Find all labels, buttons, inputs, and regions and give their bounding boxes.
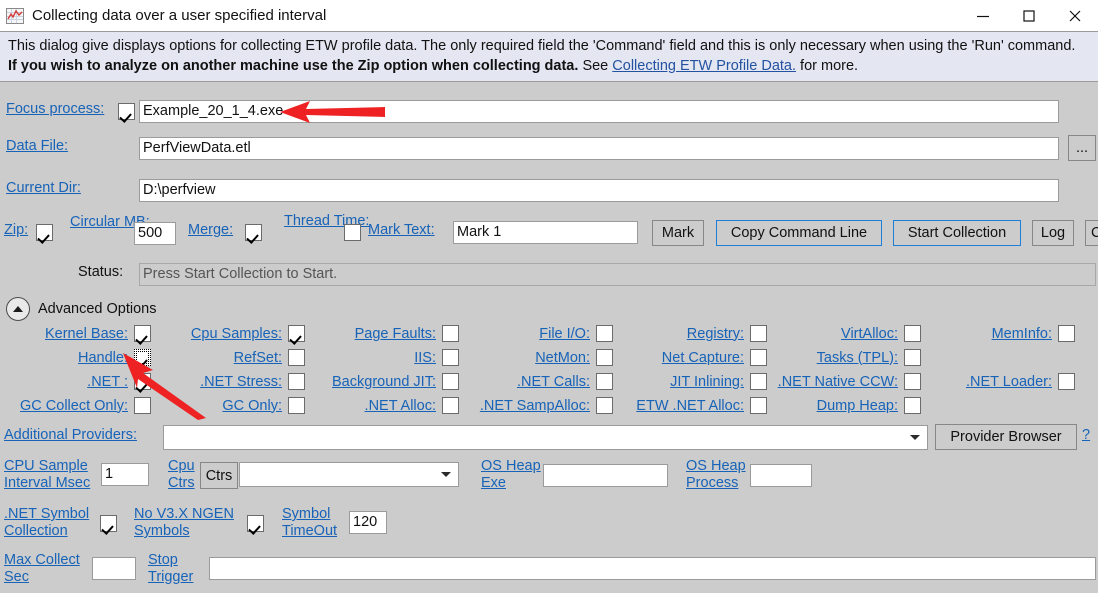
- mark-text-input[interactable]: Mark 1: [453, 221, 638, 244]
- circular-mb-input[interactable]: 500: [134, 222, 176, 245]
- merge-checkbox[interactable]: [245, 224, 262, 241]
- mark-text-label-wrap: Mark Text:: [368, 222, 435, 238]
- status-label: Status:: [78, 264, 124, 280]
- close-button[interactable]: [1052, 0, 1098, 31]
- mark-text-label[interactable]: Mark Text:: [368, 222, 435, 238]
- stop-trigger-input[interactable]: [209, 557, 1096, 580]
- etw-profile-data-link[interactable]: Collecting ETW Profile Data.: [612, 58, 796, 74]
- ctrs-button[interactable]: Ctrs: [200, 462, 238, 489]
- checkbox-label-meminfo[interactable]: MemInfo:: [992, 326, 1052, 342]
- title-bar: Collecting data over a user specified in…: [0, 0, 1098, 31]
- banner-line-2-bold: If you wish to analyze on another machin…: [8, 58, 579, 74]
- start-collection-button[interactable]: Start Collection: [893, 220, 1021, 246]
- window-title: Collecting data over a user specified in…: [32, 7, 327, 24]
- os-heap-process-input[interactable]: [750, 464, 812, 487]
- banner-line-1: This dialog give displays options for co…: [8, 38, 1076, 54]
- cpu-sample-interval-input[interactable]: 1: [101, 463, 149, 486]
- data-file-label[interactable]: Data File:: [6, 138, 68, 154]
- zip-label[interactable]: Zip:: [4, 222, 28, 238]
- banner-tail-text: for more.: [800, 58, 859, 74]
- checkbox-dump-heap[interactable]: [904, 397, 921, 414]
- banner-line-2: If you wish to analyze on another machin…: [8, 56, 1090, 76]
- clipped-button[interactable]: C: [1085, 220, 1098, 246]
- focus-process-label[interactable]: Focus process:: [6, 101, 104, 117]
- stop-trigger-label[interactable]: Stop Trigger: [148, 552, 193, 586]
- status-label-wrap: Status:: [78, 264, 123, 280]
- status-value: Press Start Collection to Start.: [139, 263, 1096, 286]
- chart-icon: [6, 7, 24, 24]
- os-heap-exe-input[interactable]: [543, 464, 668, 487]
- zip-checkbox[interactable]: [36, 224, 53, 241]
- chevron-down-icon: [910, 435, 920, 440]
- checkbox-row: Tasks (TPL):: [0, 349, 921, 366]
- help-button[interactable]: ?: [1082, 427, 1090, 443]
- net-symbol-collection-checkbox[interactable]: [100, 515, 117, 532]
- net-symbol-collection-label[interactable]: .NET Symbol Collection: [4, 506, 89, 540]
- current-dir-label[interactable]: Current Dir:: [6, 180, 81, 196]
- banner-see-text: See: [582, 58, 609, 74]
- symbol-timeout-input[interactable]: 120: [349, 511, 387, 534]
- checkbox-net-loader[interactable]: [1058, 373, 1075, 390]
- chevron-down-icon-2: [441, 472, 451, 477]
- additional-providers-label-wrap: Additional Providers:: [4, 427, 137, 443]
- log-button[interactable]: Log: [1032, 220, 1074, 246]
- merge-label[interactable]: Merge:: [188, 222, 233, 238]
- chevron-up-icon[interactable]: [6, 297, 30, 321]
- symbol-timeout-label[interactable]: Symbol TimeOut: [282, 506, 337, 540]
- focus-process-checkbox[interactable]: [118, 103, 135, 120]
- zip-label-wrap: Zip:: [4, 222, 28, 238]
- info-banner: This dialog give displays options for co…: [0, 31, 1098, 82]
- browse-button[interactable]: ...: [1068, 135, 1096, 161]
- cpu-sample-interval-label[interactable]: CPU Sample Interval Msec: [4, 458, 90, 492]
- checkbox-row: .NET Loader:: [0, 373, 1075, 390]
- copy-command-line-button[interactable]: Copy Command Line: [716, 220, 882, 246]
- current-dir-input[interactable]: D:\perfview: [139, 179, 1059, 202]
- checkbox-label-dump-heap[interactable]: Dump Heap:: [817, 398, 898, 414]
- checkbox-tasks-tpl[interactable]: [904, 349, 921, 366]
- current-dir-row: Current Dir:: [6, 180, 81, 196]
- additional-providers-combo[interactable]: [163, 425, 928, 450]
- data-file-input[interactable]: PerfViewData.etl: [139, 137, 1059, 160]
- focus-process-row: Focus process:: [6, 101, 104, 117]
- no-ngen-checkbox[interactable]: [247, 515, 264, 532]
- thread-time-checkbox[interactable]: [344, 224, 361, 241]
- checkbox-row: Dump Heap:: [0, 397, 921, 414]
- maximize-button[interactable]: [1006, 0, 1052, 31]
- checkbox-meminfo[interactable]: [1058, 325, 1075, 342]
- advanced-options-header[interactable]: Advanced Options: [6, 297, 157, 321]
- additional-providers-label[interactable]: Additional Providers:: [4, 427, 137, 443]
- checkbox-label-net-loader[interactable]: .NET Loader:: [966, 374, 1052, 390]
- merge-label-wrap: Merge:: [188, 222, 233, 238]
- mark-button[interactable]: Mark: [652, 220, 704, 246]
- perfview-collect-dialog: Collecting data over a user specified in…: [0, 0, 1098, 593]
- os-heap-exe-label[interactable]: OS Heap Exe: [481, 458, 541, 492]
- max-collect-sec-label[interactable]: Max Collect Sec: [4, 552, 80, 586]
- minimize-button[interactable]: [960, 0, 1006, 31]
- checkbox-row: MemInfo:: [0, 325, 1075, 342]
- checkbox-label-tasks-tpl[interactable]: Tasks (TPL):: [817, 350, 898, 366]
- max-collect-sec-input[interactable]: [92, 557, 136, 580]
- no-ngen-label[interactable]: No V3.X NGEN Symbols: [134, 506, 234, 540]
- advanced-options-title: Advanced Options: [38, 301, 157, 317]
- data-file-row: Data File:: [6, 138, 68, 154]
- window-controls: [960, 0, 1098, 31]
- focus-process-input[interactable]: Example_20_1_4.exe: [139, 100, 1059, 123]
- os-heap-process-label[interactable]: OS Heap Process: [686, 458, 746, 492]
- cpu-ctrs-combo[interactable]: [239, 462, 459, 487]
- cpu-ctrs-label[interactable]: Cpu Ctrs: [168, 458, 195, 492]
- provider-browser-button[interactable]: Provider Browser: [935, 424, 1077, 450]
